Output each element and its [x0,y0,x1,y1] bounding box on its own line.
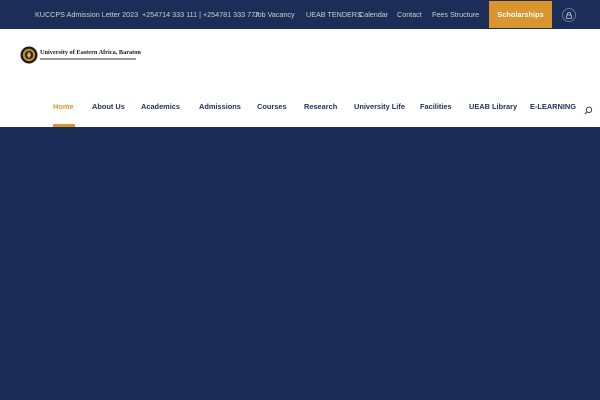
nav-ueab-library[interactable]: UEAB Library [469,102,517,111]
search-icon [584,106,593,115]
nav-e-learning[interactable]: E-LEARNING [530,102,576,111]
kuccps-admission-link[interactable]: KUCCPS Admission Letter 2023 [35,10,138,19]
search-button[interactable] [584,102,593,115]
university-logo[interactable]: University of Eastern Africa, Baraton [20,46,141,68]
scholarships-button[interactable]: Scholarships [489,1,552,28]
lock-icon [566,11,572,19]
top-bar: KUCCPS Admission Letter 2023 +254714 333… [0,0,600,29]
nav-about-us[interactable]: About Us [92,102,125,111]
tenders-link[interactable]: UEAB TENDERS [306,10,362,19]
nav-academics[interactable]: Academics [141,102,180,111]
site-header: University of Eastern Africa, Baraton Ho… [0,29,600,127]
hero-banner [0,127,600,400]
calendar-link[interactable]: Calendar [359,10,388,19]
account-button[interactable] [562,8,576,22]
logo-tagline [40,58,136,60]
nav-research[interactable]: Research [304,102,337,111]
nav-courses[interactable]: Courses [257,102,287,111]
university-seal-icon [20,46,38,64]
nav-university-life[interactable]: University Life [354,102,405,111]
job-vacancy-link[interactable]: Job Vacancy [254,10,295,19]
nav-facilities[interactable]: Facilities [420,102,452,111]
phone-numbers-link[interactable]: +254714 333 111 | +254781 333 777 [142,10,259,19]
contact-link[interactable]: Contact [397,10,422,19]
nav-home[interactable]: Home [53,102,74,111]
fees-structure-link[interactable]: Fees Structure [432,10,479,19]
nav-admissions[interactable]: Admissions [199,102,241,111]
logo-title: University of Eastern Africa, Baraton [40,49,141,56]
